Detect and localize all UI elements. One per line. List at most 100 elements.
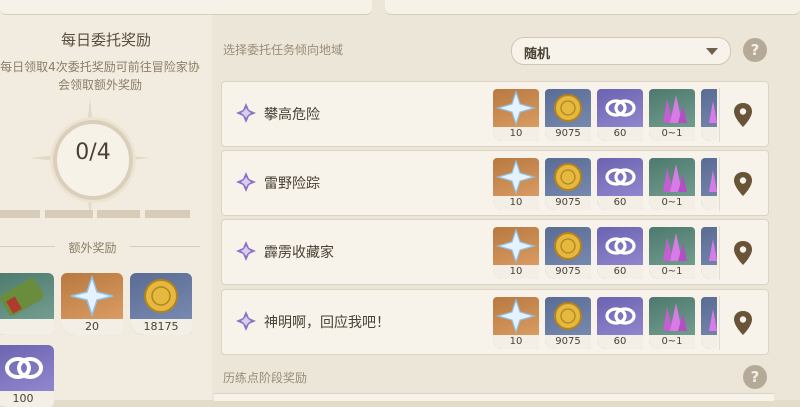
mora-coin-icon <box>554 163 582 191</box>
region-filter-label: 选择委托任务倾向地域 <box>223 43 344 57</box>
reward-qty: 9075 <box>545 127 591 141</box>
reward-qty: 10 <box>493 335 539 349</box>
primogem-icon <box>70 274 114 318</box>
crystal-icon <box>663 233 687 261</box>
reward-item[interactable] <box>701 227 717 279</box>
location-pin-icon[interactable] <box>732 310 754 336</box>
reward-item[interactable] <box>701 89 717 141</box>
reward-qty: 10 <box>493 196 539 210</box>
reward-item[interactable]: 9075 <box>545 89 591 141</box>
scroll-icon <box>0 278 44 316</box>
primogem-icon <box>495 228 537 264</box>
reward-qty: 0~1 <box>649 265 695 279</box>
companionship-exp-icon <box>605 99 636 117</box>
reward-qty: 0~1 <box>649 196 695 210</box>
reward-qty: 0~1 <box>649 127 695 141</box>
commission-row[interactable]: 霹雳收藏家 10 9075 60 0~1 <box>221 219 769 285</box>
help-icon[interactable]: ? <box>743 365 767 389</box>
divider <box>719 226 720 280</box>
companionship-exp-icon <box>605 168 636 186</box>
reward-item[interactable]: 60 <box>597 297 643 349</box>
reward-item[interactable]: 10 <box>493 297 539 349</box>
divider <box>130 246 200 247</box>
reward-item[interactable]: 0~1 <box>649 89 695 141</box>
extra-reward-qty <box>0 319 54 335</box>
reward-item[interactable]: 10 <box>493 89 539 141</box>
commission-rewards: 10 9075 60 0~1 <box>493 158 717 210</box>
primogem-icon <box>495 298 537 334</box>
commission-name: 攀高危险 <box>264 107 320 123</box>
commission-rewards: 10 9075 60 0~1 <box>493 227 717 279</box>
reward-qty: 60 <box>597 127 643 141</box>
extra-reward-item[interactable]: 20 <box>61 273 123 335</box>
reward-item[interactable]: 9075 <box>545 158 591 210</box>
commission-diamond-icon <box>236 103 256 123</box>
reward-qty: 9075 <box>545 265 591 279</box>
help-icon[interactable]: ? <box>743 38 767 62</box>
extra-reward-item[interactable]: 18175 <box>130 273 192 335</box>
commission-diamond-icon <box>236 311 256 331</box>
region-select-value: 随机 <box>524 47 551 62</box>
crystal-icon <box>709 239 717 261</box>
companionship-exp-icon <box>5 357 43 379</box>
reward-qty: 60 <box>597 196 643 210</box>
reward-qty <box>701 196 717 210</box>
reward-item[interactable] <box>701 158 717 210</box>
reward-item[interactable]: 0~1 <box>649 227 695 279</box>
divider <box>719 157 720 211</box>
location-pin-icon[interactable] <box>732 240 754 266</box>
mora-coin-icon <box>554 232 582 260</box>
commission-counter: 0/4 <box>75 140 111 165</box>
reward-item[interactable]: 0~1 <box>649 297 695 349</box>
primogem-icon <box>495 159 537 195</box>
daily-reward-description: 每日领取4次委托奖励可前往冒险家协会领取额外奖励 <box>0 60 200 92</box>
reward-qty: 10 <box>493 265 539 279</box>
divider <box>719 88 720 142</box>
reward-qty <box>701 265 717 279</box>
reward-qty: 60 <box>597 335 643 349</box>
extra-reward-qty: 18175 <box>130 319 192 335</box>
reward-item[interactable]: 10 <box>493 158 539 210</box>
reward-qty: 9075 <box>545 196 591 210</box>
reward-qty <box>701 127 717 141</box>
reward-qty: 60 <box>597 265 643 279</box>
reward-item[interactable] <box>701 297 717 349</box>
crystal-icon <box>709 309 717 331</box>
reward-qty: 0~1 <box>649 335 695 349</box>
page-top-edge <box>0 0 372 15</box>
location-pin-icon[interactable] <box>732 102 754 128</box>
daily-reward-title: 每日委托奖励 <box>60 31 151 49</box>
commission-name: 雷野险踪 <box>264 176 320 192</box>
reward-qty: 9075 <box>545 335 591 349</box>
reward-item[interactable]: 0~1 <box>649 158 695 210</box>
extra-reward-qty: 20 <box>61 319 123 335</box>
commission-diamond-icon <box>236 172 256 192</box>
mora-coin-icon <box>554 94 582 122</box>
reward-item[interactable]: 9075 <box>545 227 591 279</box>
reward-item[interactable]: 60 <box>597 227 643 279</box>
region-select[interactable]: 随机 <box>511 37 731 65</box>
page-top-edge <box>385 0 800 15</box>
reward-item[interactable]: 60 <box>597 158 643 210</box>
progress-segment <box>0 210 40 218</box>
location-pin-icon[interactable] <box>732 171 754 197</box>
commission-row[interactable]: 雷野险踪 10 9075 60 0~1 <box>221 150 769 216</box>
extra-reward-item[interactable] <box>0 273 54 335</box>
progress-segment <box>145 210 190 218</box>
commission-name: 霹雳收藏家 <box>264 245 334 261</box>
crystal-icon <box>709 170 717 192</box>
commission-row[interactable]: 神明啊，回应我吧！ 10 9075 60 0~1 <box>221 289 769 355</box>
crystal-icon <box>663 95 687 123</box>
reward-item[interactable]: 10 <box>493 227 539 279</box>
reward-item[interactable]: 60 <box>597 89 643 141</box>
commission-row[interactable]: 攀高危险 10 9075 60 0~1 <box>221 81 769 147</box>
commission-rewards: 10 9075 60 0~1 <box>493 297 717 349</box>
reward-qty <box>701 335 717 349</box>
mora-coin-icon <box>144 279 178 313</box>
reward-qty: 10 <box>493 127 539 141</box>
reward-item[interactable]: 9075 <box>545 297 591 349</box>
extra-reward-qty: 100 <box>0 391 54 407</box>
extra-reward-item[interactable]: 100 <box>0 345 54 407</box>
divider <box>719 296 720 350</box>
crystal-icon <box>663 164 687 192</box>
